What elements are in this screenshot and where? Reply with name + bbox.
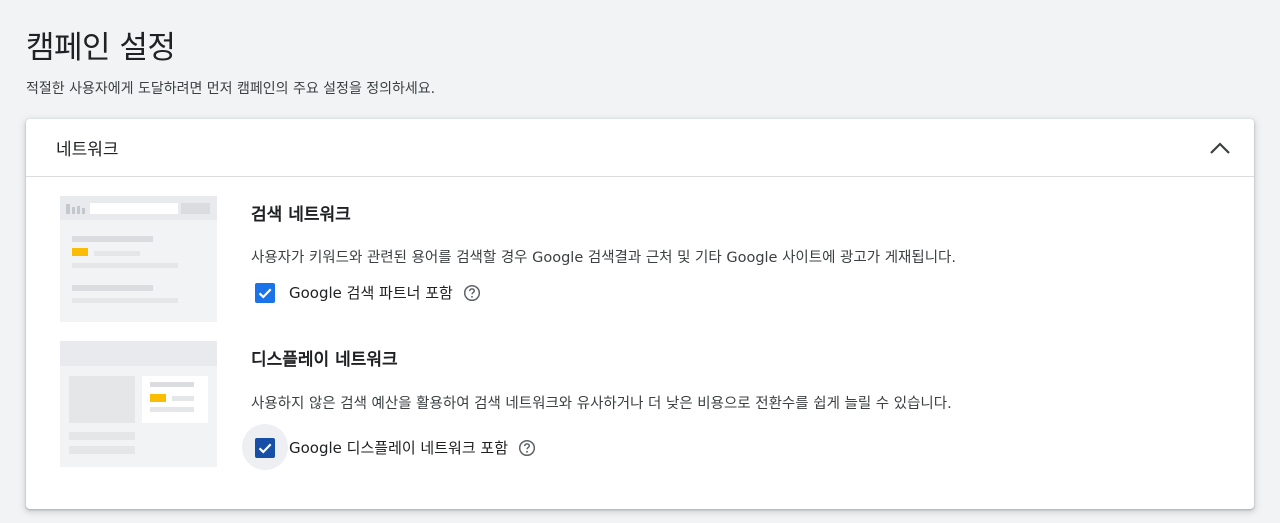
help-circle-icon[interactable] [518, 439, 536, 457]
display-network-checkbox[interactable] [255, 437, 275, 458]
display-network-illustration [60, 341, 217, 467]
search-network-description: 사용자가 키워드와 관련된 용어를 검색할 경우 Google 검색결과 근처 … [251, 250, 956, 266]
search-partners-option[interactable]: Google 검색 파트너 포함 [255, 282, 481, 303]
campaign-settings-page: 캠페인 설정 적절한 사용자에게 도달하려면 먼저 캠페인의 주요 설정을 정의… [0, 0, 1280, 523]
display-network-label[interactable]: Google 디스플레이 네트워크 포함 [289, 437, 508, 458]
collapse-button[interactable] [1204, 132, 1236, 164]
page-subtitle: 적절한 사용자에게 도달하려면 먼저 캠페인의 주요 설정을 정의하세요. [26, 81, 436, 97]
search-network-title: 검색 네트워크 [251, 205, 351, 225]
network-card: 네트워크 검색 네트워크 사용자가 키워드와 관련된 용어를 검색할 경우 Go… [26, 119, 1254, 509]
checkmark-icon [258, 288, 272, 299]
search-network-illustration [60, 196, 217, 322]
network-card-title: 네트워크 [56, 140, 119, 160]
display-network-title: 디스플레이 네트워크 [251, 350, 398, 370]
page-title: 캠페인 설정 [26, 30, 176, 66]
network-card-header[interactable]: 네트워크 [26, 119, 1254, 177]
display-network-option[interactable]: Google 디스플레이 네트워크 포함 [255, 437, 536, 458]
search-partners-checkbox[interactable] [255, 282, 275, 303]
help-circle-icon[interactable] [463, 284, 481, 302]
checkmark-icon [258, 443, 272, 454]
chevron-up-icon [1210, 142, 1230, 154]
display-network-description: 사용하지 않은 검색 예산을 활용하여 검색 네트워크와 유사하거나 더 낮은 … [251, 396, 952, 412]
search-partners-label[interactable]: Google 검색 파트너 포함 [289, 282, 453, 303]
